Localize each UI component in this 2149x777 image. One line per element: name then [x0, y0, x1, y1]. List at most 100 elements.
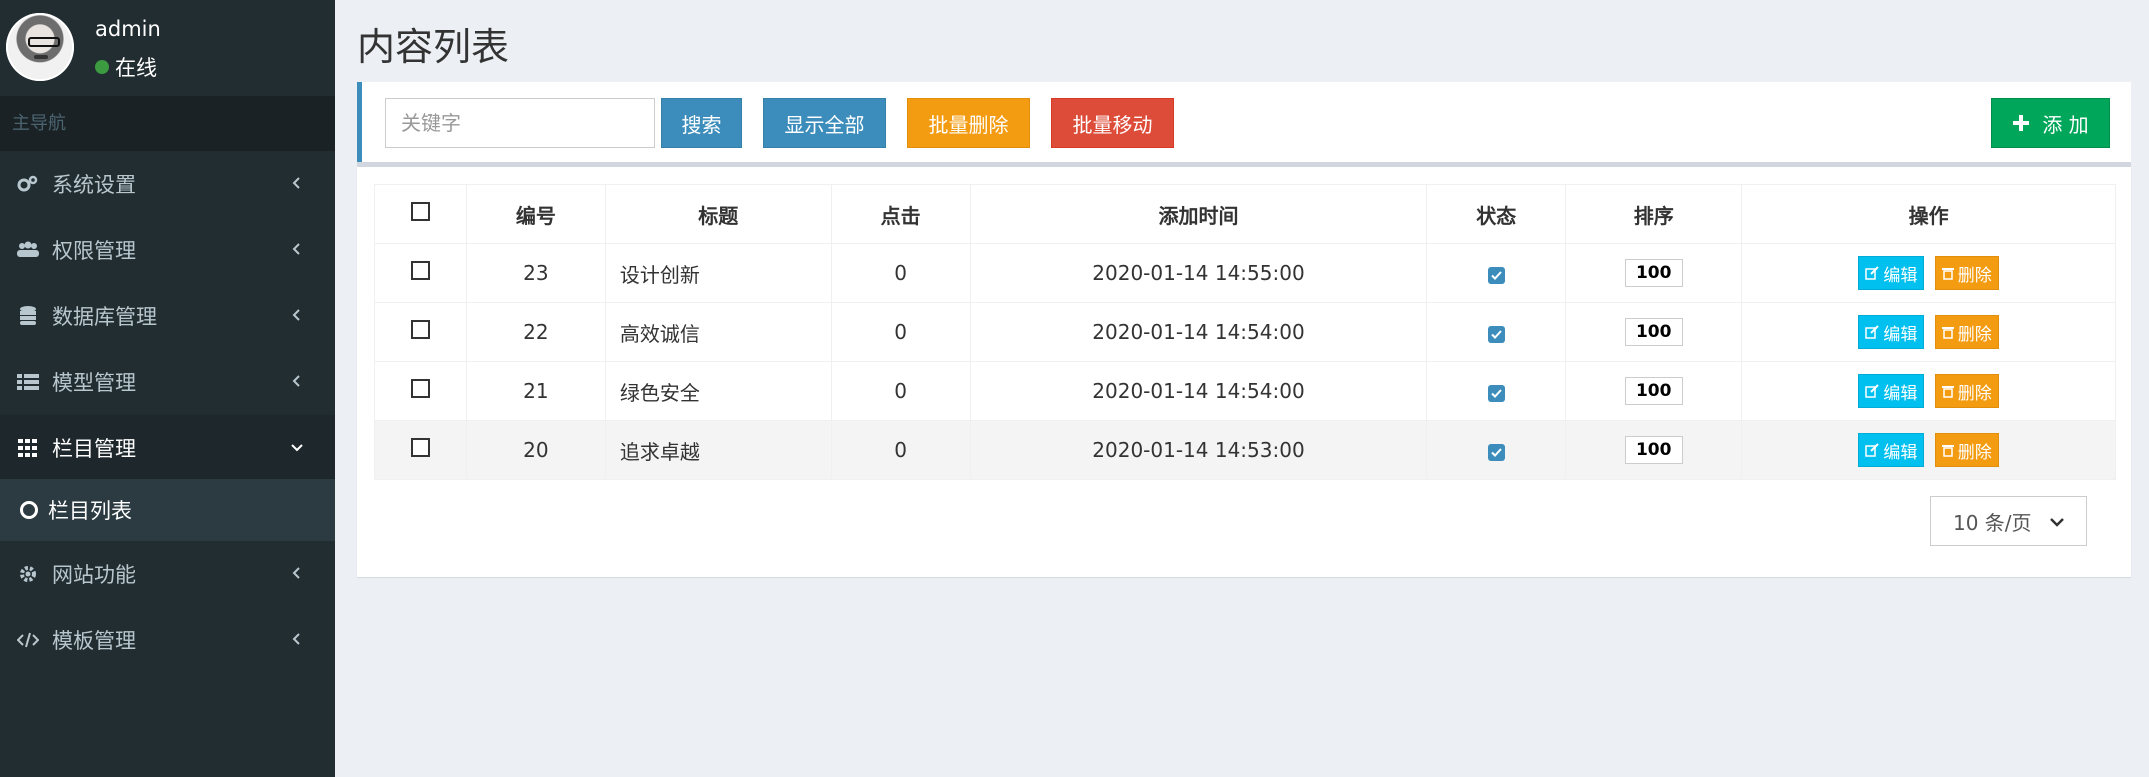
user-panel: admin 在线 — [0, 0, 335, 96]
cell-sort — [1565, 361, 1743, 421]
code-icon — [16, 628, 40, 652]
edit-label: 编辑 — [1883, 265, 1918, 286]
circle-icon — [20, 501, 38, 519]
cell-title: 设计创新 — [604, 243, 832, 303]
column-header[interactable]: 状态 — [1426, 184, 1567, 244]
sidebar-item-label: 网站功能 — [52, 563, 136, 587]
sidebar-item-label: 模板管理 — [52, 629, 136, 653]
cell-sort — [1565, 302, 1743, 362]
edit-button[interactable]: 编辑 — [1858, 256, 1925, 290]
delete-label: 删除 — [1957, 442, 1992, 463]
column-header[interactable]: 编号 — [465, 184, 606, 244]
column-header[interactable]: 点击 — [830, 184, 971, 244]
status-checkbox[interactable] — [1487, 444, 1505, 461]
cell-title: 绿色安全 — [604, 361, 832, 421]
row-checkbox[interactable] — [410, 320, 430, 339]
page-size-select[interactable]: 10 条/页 — [1930, 496, 2087, 546]
user-status-label: 在线 — [115, 56, 157, 80]
sidebar-item-templates[interactable]: 模板管理 — [0, 607, 335, 673]
sort-input[interactable] — [1624, 436, 1683, 464]
check-icon — [1491, 330, 1502, 339]
search-button[interactable]: 搜索 — [661, 98, 742, 148]
cell-actions: 编辑 删除 — [1741, 243, 2116, 303]
sidebar-subitem-column-list[interactable]: 栏目列表 — [0, 479, 335, 541]
cell-actions: 编辑 删除 — [1741, 420, 2116, 480]
sidebar-item-system-settings[interactable]: 系统设置 — [0, 151, 335, 217]
nav-header: 主导航 — [0, 96, 335, 151]
add-button-label: 添 加 — [2042, 112, 2089, 137]
grid-icon — [16, 436, 40, 460]
column-header[interactable]: 添加时间 — [969, 184, 1428, 244]
batch-delete-button[interactable]: 批量删除 — [907, 98, 1030, 148]
delete-button[interactable]: 删除 — [1934, 256, 1999, 290]
row-select-cell — [374, 361, 467, 421]
column-header[interactable]: 标题 — [604, 184, 832, 244]
row-select-cell — [374, 420, 467, 480]
table-row: 20 追求卓越 0 2020-01-14 14:53:00 编辑 删除 — [374, 420, 2116, 480]
cell-status — [1426, 361, 1567, 421]
avatar-mouth — [34, 55, 48, 59]
table-row: 22 高效诚信 0 2020-01-14 14:54:00 编辑 删除 — [374, 302, 2116, 362]
row-checkbox[interactable] — [410, 261, 430, 280]
table-row: 21 绿色安全 0 2020-01-14 14:54:00 编辑 删除 — [374, 361, 2116, 421]
chevron-left-icon — [292, 309, 300, 321]
avatar-glasses — [28, 37, 60, 47]
sort-input[interactable] — [1624, 318, 1683, 346]
cell-id: 20 — [465, 420, 606, 480]
edit-label: 编辑 — [1883, 324, 1918, 345]
edit-icon — [1865, 384, 1880, 398]
sidebar-item-models[interactable]: 模型管理 — [0, 349, 335, 415]
chevron-down-icon — [291, 444, 303, 452]
row-checkbox[interactable] — [410, 438, 430, 457]
cell-actions: 编辑 删除 — [1741, 302, 2116, 362]
chevron-left-icon — [292, 633, 300, 645]
page-size-label: 10 条/页 — [1953, 510, 2032, 535]
trash-icon — [1941, 445, 1954, 457]
edit-icon — [1865, 443, 1880, 457]
status-checkbox[interactable] — [1487, 326, 1505, 343]
edit-button[interactable]: 编辑 — [1858, 433, 1925, 467]
online-dot-icon — [95, 60, 109, 74]
select-all-checkbox[interactable] — [410, 202, 430, 221]
sidebar-item-label: 数据库管理 — [52, 305, 157, 329]
content-table: 编号 标题 点击 添加时间 状态 排序 操作 23 设计创新 0 2020-01… — [374, 184, 2116, 480]
row-select-cell — [374, 302, 467, 362]
sort-input[interactable] — [1624, 259, 1683, 287]
delete-label: 删除 — [1957, 265, 1992, 286]
delete-button[interactable]: 删除 — [1934, 315, 1999, 349]
show-all-button[interactable]: 显示全部 — [763, 98, 886, 148]
cell-sort — [1565, 243, 1743, 303]
delete-button[interactable]: 删除 — [1934, 374, 1999, 408]
cell-id: 23 — [465, 243, 606, 303]
database-icon — [16, 304, 40, 328]
sidebar-item-label: 模型管理 — [52, 371, 136, 395]
edit-button[interactable]: 编辑 — [1858, 374, 1925, 408]
delete-label: 删除 — [1957, 324, 1992, 345]
sidebar-item-label: 系统设置 — [52, 173, 136, 197]
cell-clicks: 0 — [830, 243, 971, 303]
sidebar-item-site-functions[interactable]: 网站功能 — [0, 541, 335, 607]
delete-button[interactable]: 删除 — [1934, 433, 1999, 467]
sidebar-item-database[interactable]: 数据库管理 — [0, 283, 335, 349]
avatar[interactable] — [6, 13, 74, 81]
edit-icon — [1865, 325, 1880, 339]
sidebar-item-permissions[interactable]: 权限管理 — [0, 217, 335, 283]
username: admin — [95, 17, 161, 41]
sidebar-item-columns[interactable]: 栏目管理 — [0, 415, 335, 481]
cell-clicks: 0 — [830, 302, 971, 362]
cell-title: 追求卓越 — [604, 420, 832, 480]
sidebar-subitem-label: 栏目列表 — [48, 499, 132, 523]
trash-icon — [1941, 327, 1954, 339]
status-checkbox[interactable] — [1487, 385, 1505, 402]
status-checkbox[interactable] — [1487, 267, 1505, 284]
add-button[interactable]: 添 加 — [1991, 98, 2110, 148]
gear-icon — [16, 562, 40, 586]
cell-time: 2020-01-14 14:53:00 — [969, 420, 1428, 480]
cell-clicks: 0 — [830, 420, 971, 480]
sort-input[interactable] — [1624, 377, 1683, 405]
search-input[interactable] — [385, 98, 655, 148]
column-header[interactable]: 排序 — [1565, 184, 1743, 244]
row-checkbox[interactable] — [410, 379, 430, 398]
batch-move-button[interactable]: 批量移动 — [1051, 98, 1174, 148]
edit-button[interactable]: 编辑 — [1858, 315, 1925, 349]
